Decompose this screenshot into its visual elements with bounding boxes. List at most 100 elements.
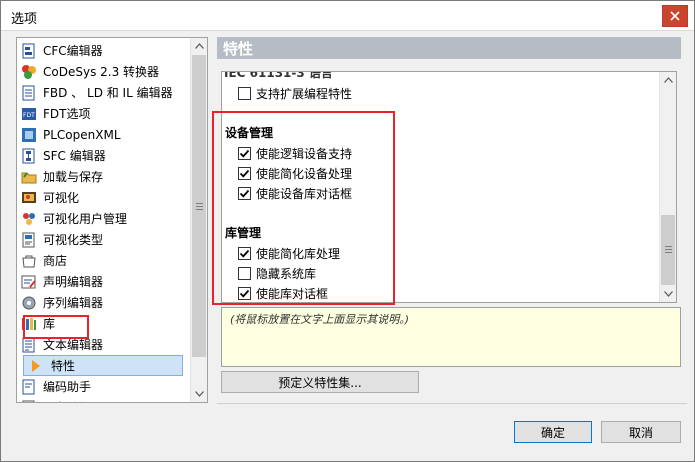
option-label: 支持扩展编程特性: [256, 86, 353, 101]
tree-item[interactable]: 序列编辑器: [17, 292, 191, 313]
tree-item-label: FBD 、 LD 和 IL 编辑器: [43, 86, 173, 100]
coding-assistant-icon: [21, 379, 37, 395]
tree-item[interactable]: 特性: [23, 355, 183, 376]
cancel-button[interactable]: 取消: [601, 421, 681, 443]
option-row[interactable]: 使能简化库处理: [238, 244, 340, 262]
chevron-down-icon: [663, 291, 673, 297]
tree-item-label: 特性: [51, 359, 76, 373]
option-row[interactable]: 隐藏系统库: [238, 264, 316, 282]
divider: [217, 403, 687, 404]
scroll-down-arrow[interactable]: [191, 386, 207, 402]
grip-line: [196, 206, 203, 207]
folder-open-icon: [21, 169, 37, 185]
grip-line: [665, 249, 672, 250]
tree-item[interactable]: 加载与保存: [17, 166, 191, 187]
option-label: 使能库对话框: [256, 286, 329, 301]
tree-item[interactable]: SFC 编辑器: [17, 145, 191, 166]
properties-title: 特性: [223, 40, 254, 58]
option-label: 隐藏系统库: [256, 266, 317, 281]
cfc-editor-icon: [21, 43, 37, 59]
tree-item-label: FDT选项: [43, 107, 91, 121]
option-extended-programming[interactable]: 支持扩展编程特性: [238, 84, 352, 102]
tree-item[interactable]: CoDeSys 2.3 转换器: [17, 61, 191, 82]
tree-item-label: 文本编辑器: [43, 338, 104, 352]
tree-item-label: CoDeSys 2.3 转换器: [43, 65, 160, 79]
options-scrollbar[interactable]: [659, 72, 676, 302]
grip-line: [196, 209, 203, 210]
checkbox-checked[interactable]: [238, 166, 251, 180]
codesys-converter-icon: [21, 64, 37, 80]
checkbox[interactable]: [238, 86, 251, 100]
user-management-icon: [21, 211, 37, 227]
features-option-list: IEC 61131-3 语言 支持扩展编程特性 设备管理 使能逻辑设备支持 使能简化…: [221, 71, 677, 303]
tree-item[interactable]: PLCopenXML: [17, 124, 191, 145]
tree-item[interactable]: 库: [17, 313, 191, 334]
tree-item-label: CFC编辑器: [43, 44, 103, 58]
ok-button[interactable]: 确定: [514, 421, 592, 443]
checkbox-checked[interactable]: [238, 186, 251, 200]
option-row[interactable]: 使能设备库对话框: [238, 184, 352, 202]
tree-item[interactable]: 设备编辑器: [17, 397, 191, 402]
tree-item-label: 声明编辑器: [43, 275, 104, 289]
options-dialog: 选项 CFC编辑器 CoDeSys 2.3 转换器 FBD 、 LD 和 IL 编辑…: [0, 0, 695, 462]
section-title: 设备管理: [225, 126, 274, 140]
svg-text:FDT: FDT: [23, 112, 35, 119]
text-editor-icon: [21, 337, 37, 353]
visualization-icon: [21, 190, 37, 206]
option-label: 使能简化库处理: [256, 246, 341, 261]
device-editor-icon: [21, 400, 37, 402]
tree-item[interactable]: 文本编辑器: [17, 334, 191, 355]
tree-item[interactable]: 声明编辑器: [17, 271, 191, 292]
button-label: 确定: [540, 425, 565, 440]
section-title: 库管理: [225, 226, 262, 240]
scroll-up-arrow[interactable]: [191, 38, 207, 54]
tree-item-label: 设备编辑器: [43, 399, 103, 402]
checkbox-checked[interactable]: [238, 146, 251, 160]
tree-item[interactable]: 商店: [17, 250, 191, 271]
features-arrow-icon: [28, 358, 44, 374]
grip-line: [665, 252, 672, 253]
scroll-up-arrow[interactable]: [660, 72, 676, 88]
tree-item[interactable]: FDT FDT选项: [17, 103, 191, 124]
tree-item-label: 可视化: [43, 191, 80, 205]
option-row[interactable]: 使能逻辑设备支持: [238, 144, 352, 162]
description-text: (将鼠标放置在文字上面显示其说明。): [230, 313, 410, 326]
checkbox-unchecked[interactable]: [238, 266, 251, 280]
properties-header: 特性: [217, 37, 681, 59]
window-title: 选项: [11, 12, 38, 27]
chevron-up-icon: [194, 43, 204, 49]
fbd-ld-il-editor-icon: [21, 85, 37, 101]
options-scroll-thumb[interactable]: [661, 215, 675, 285]
tree-item-label: 商店: [43, 254, 68, 268]
scroll-down-arrow[interactable]: [660, 286, 676, 302]
plcopenxml-icon: [21, 127, 37, 143]
library-icon: [21, 316, 37, 332]
tree-item[interactable]: 可视化类型: [17, 229, 191, 250]
tree-scroll-thumb[interactable]: [192, 55, 206, 357]
tree-item-label: SFC 编辑器: [43, 149, 106, 163]
sequence-editor-icon: [21, 295, 37, 311]
sfc-editor-icon: [21, 148, 37, 164]
tree-item[interactable]: 编码助手: [17, 376, 191, 397]
predefined-feature-sets-button[interactable]: 预定义特性集...: [221, 371, 419, 393]
tree-item[interactable]: 可视化: [17, 187, 191, 208]
tree-item[interactable]: CFC编辑器: [17, 40, 191, 61]
description-panel: (将鼠标放置在文字上面显示其说明。): [221, 307, 681, 367]
tree-item-label: 序列编辑器: [43, 296, 104, 310]
tree-item[interactable]: 可视化用户管理: [17, 208, 191, 229]
grip-line: [196, 203, 203, 204]
tree-item[interactable]: FBD 、 LD 和 IL 编辑器: [17, 82, 191, 103]
checkbox-checked[interactable]: [238, 246, 251, 260]
tree-scrollbar[interactable]: [190, 38, 207, 402]
tree-item-label: 加载与保存: [43, 170, 104, 184]
button-label: 取消: [628, 425, 653, 440]
option-row[interactable]: 使能简化设备处理: [238, 164, 352, 182]
option-row[interactable]: 使能库对话框: [238, 284, 328, 302]
option-label: 使能设备库对话框: [256, 186, 353, 201]
close-icon: [670, 11, 680, 21]
tree-item-label: 可视化用户管理: [43, 212, 128, 226]
checkbox-checked[interactable]: [238, 286, 251, 300]
tree-item-label: 编码助手: [43, 380, 92, 394]
section-title-iec: IEC 61131-3 语言: [224, 71, 333, 80]
close-button[interactable]: [662, 5, 688, 27]
